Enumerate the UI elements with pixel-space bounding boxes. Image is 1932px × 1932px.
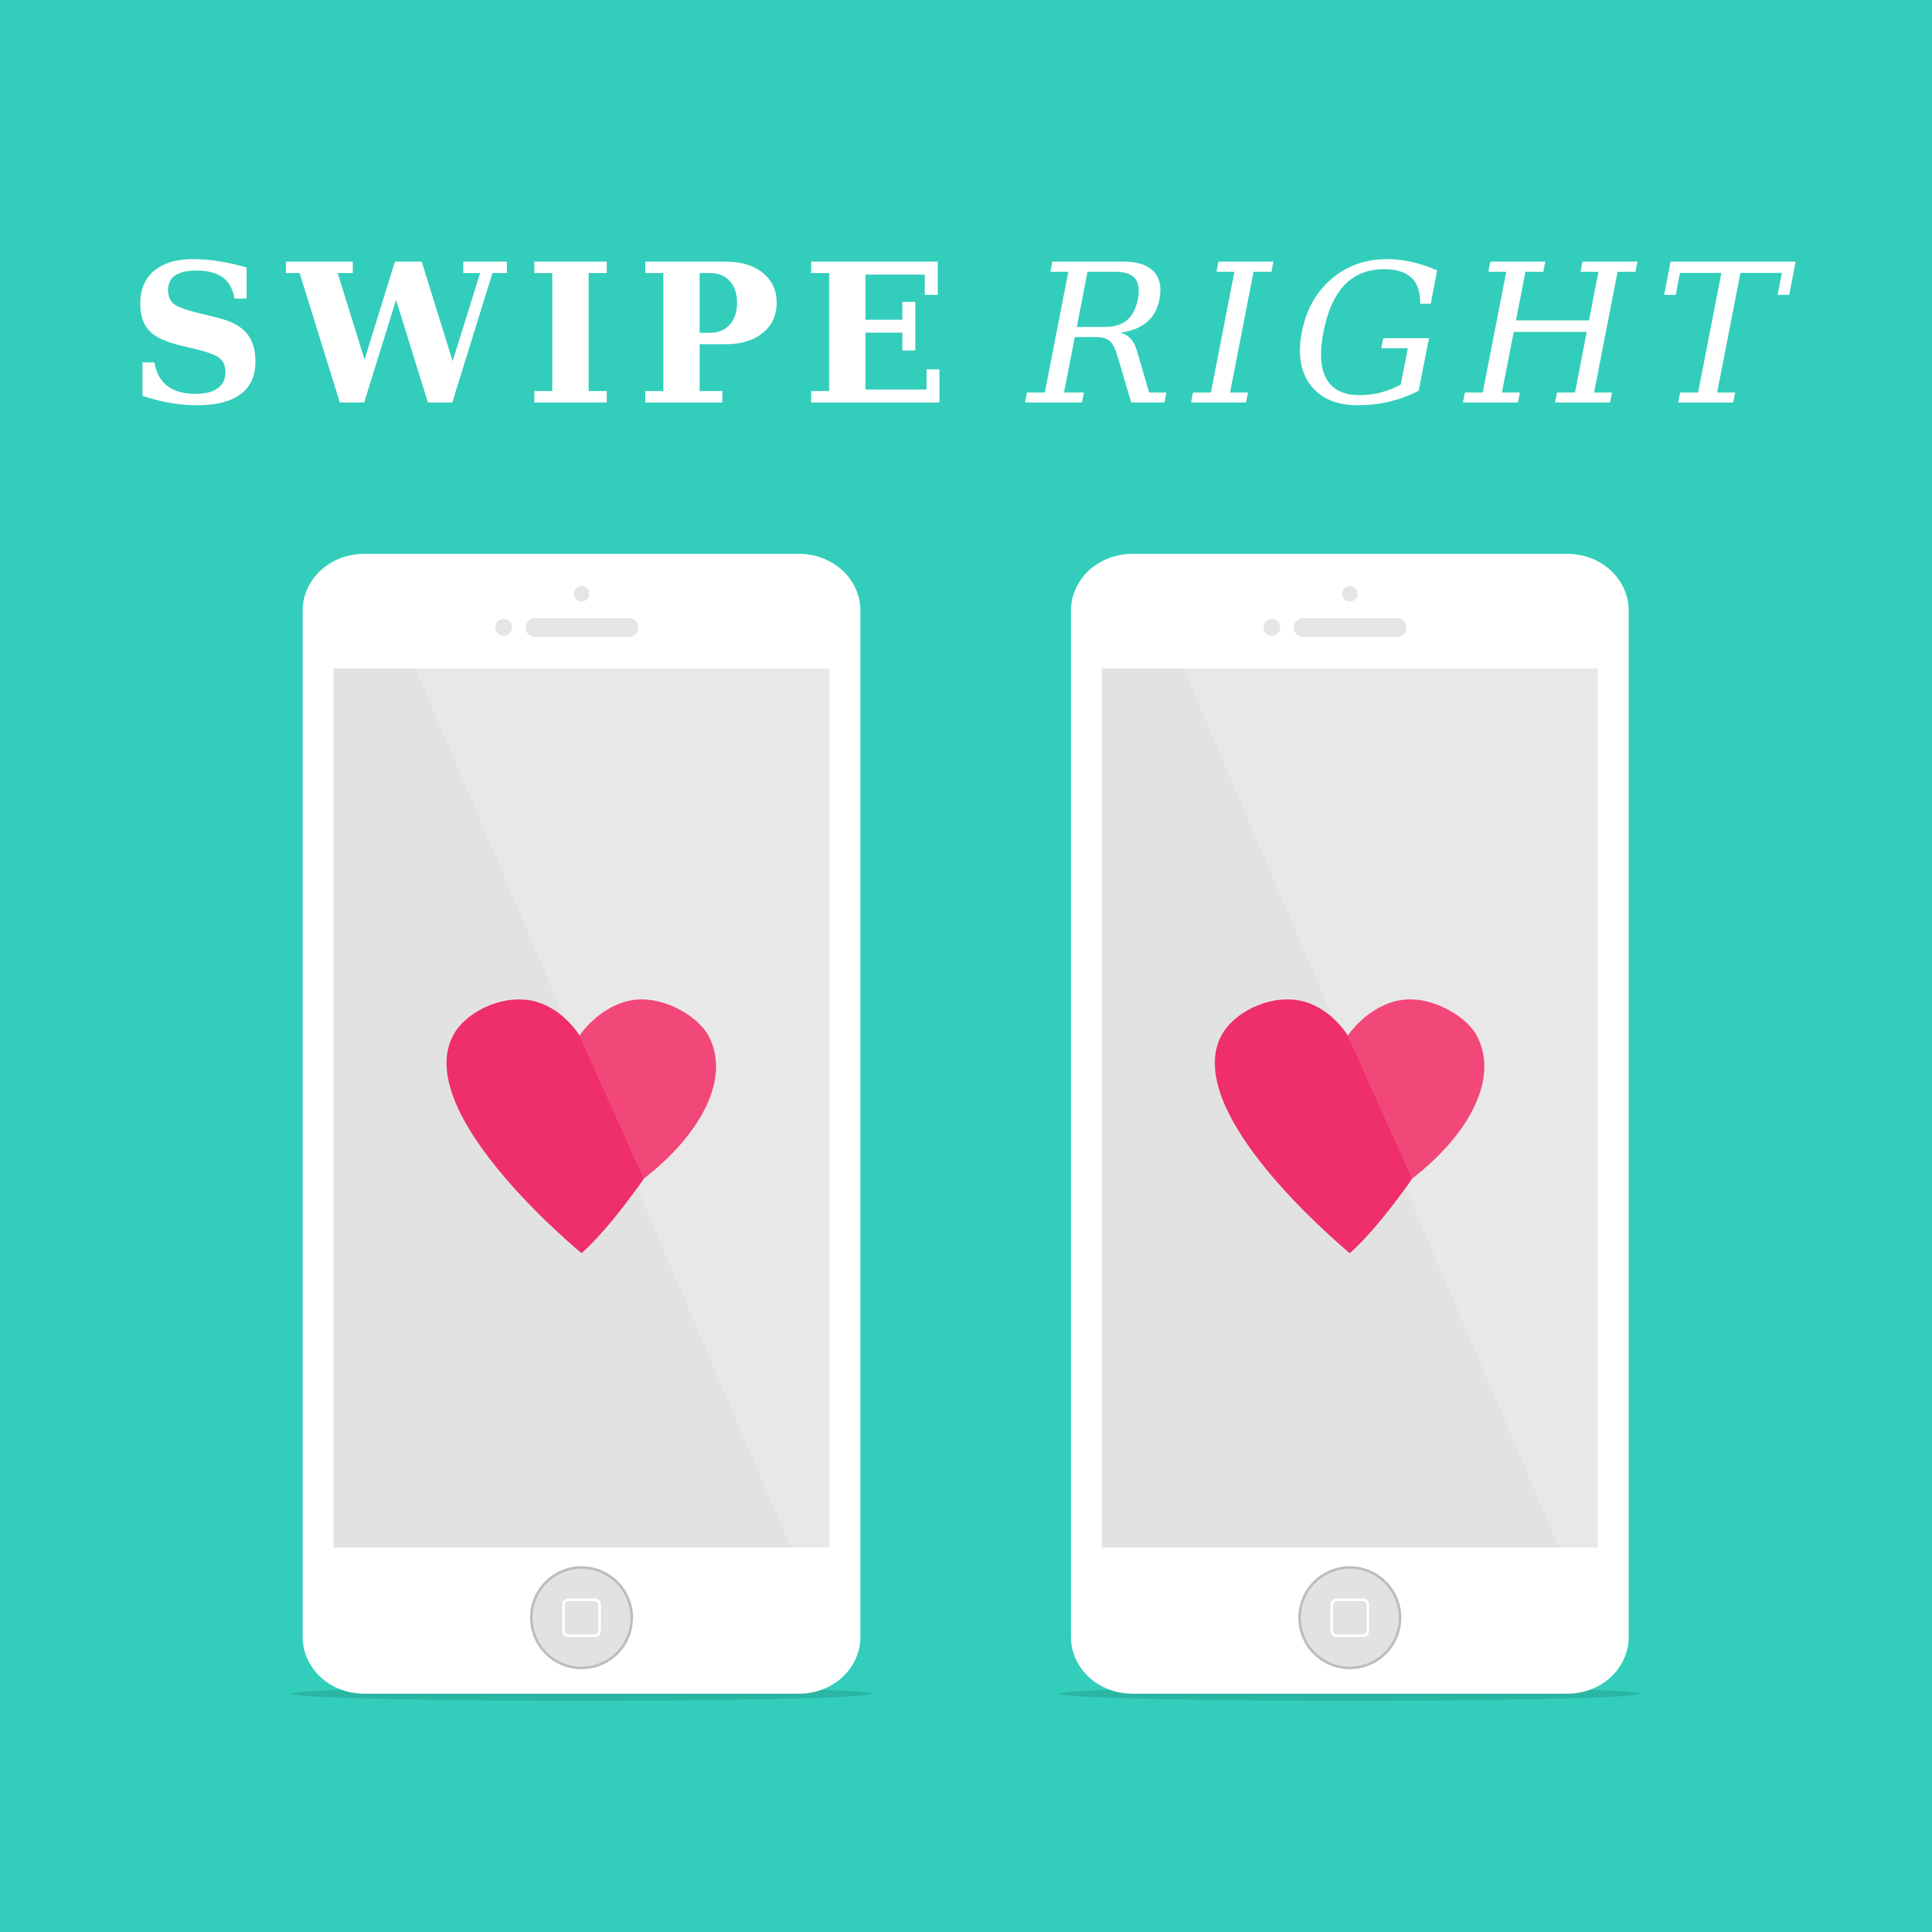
headline-word-right: RIGHT <box>1028 223 1804 448</box>
home-button[interactable] <box>1298 1566 1401 1669</box>
home-button[interactable] <box>530 1566 633 1669</box>
speaker-grille <box>526 618 638 637</box>
phone-left-graphic <box>292 554 871 1701</box>
camera-icon <box>574 586 589 601</box>
phone-right-graphic <box>1060 554 1640 1701</box>
phone-right <box>1060 554 1640 1701</box>
headline: SWIPE RIGHT <box>0 238 1932 433</box>
sensor-icon <box>495 619 512 636</box>
speaker-grille <box>1294 618 1406 637</box>
headline-word-swipe: SWIPE <box>128 221 971 448</box>
sensor-icon <box>1264 619 1280 636</box>
camera-icon <box>1342 586 1358 601</box>
phone-left <box>292 554 871 1701</box>
